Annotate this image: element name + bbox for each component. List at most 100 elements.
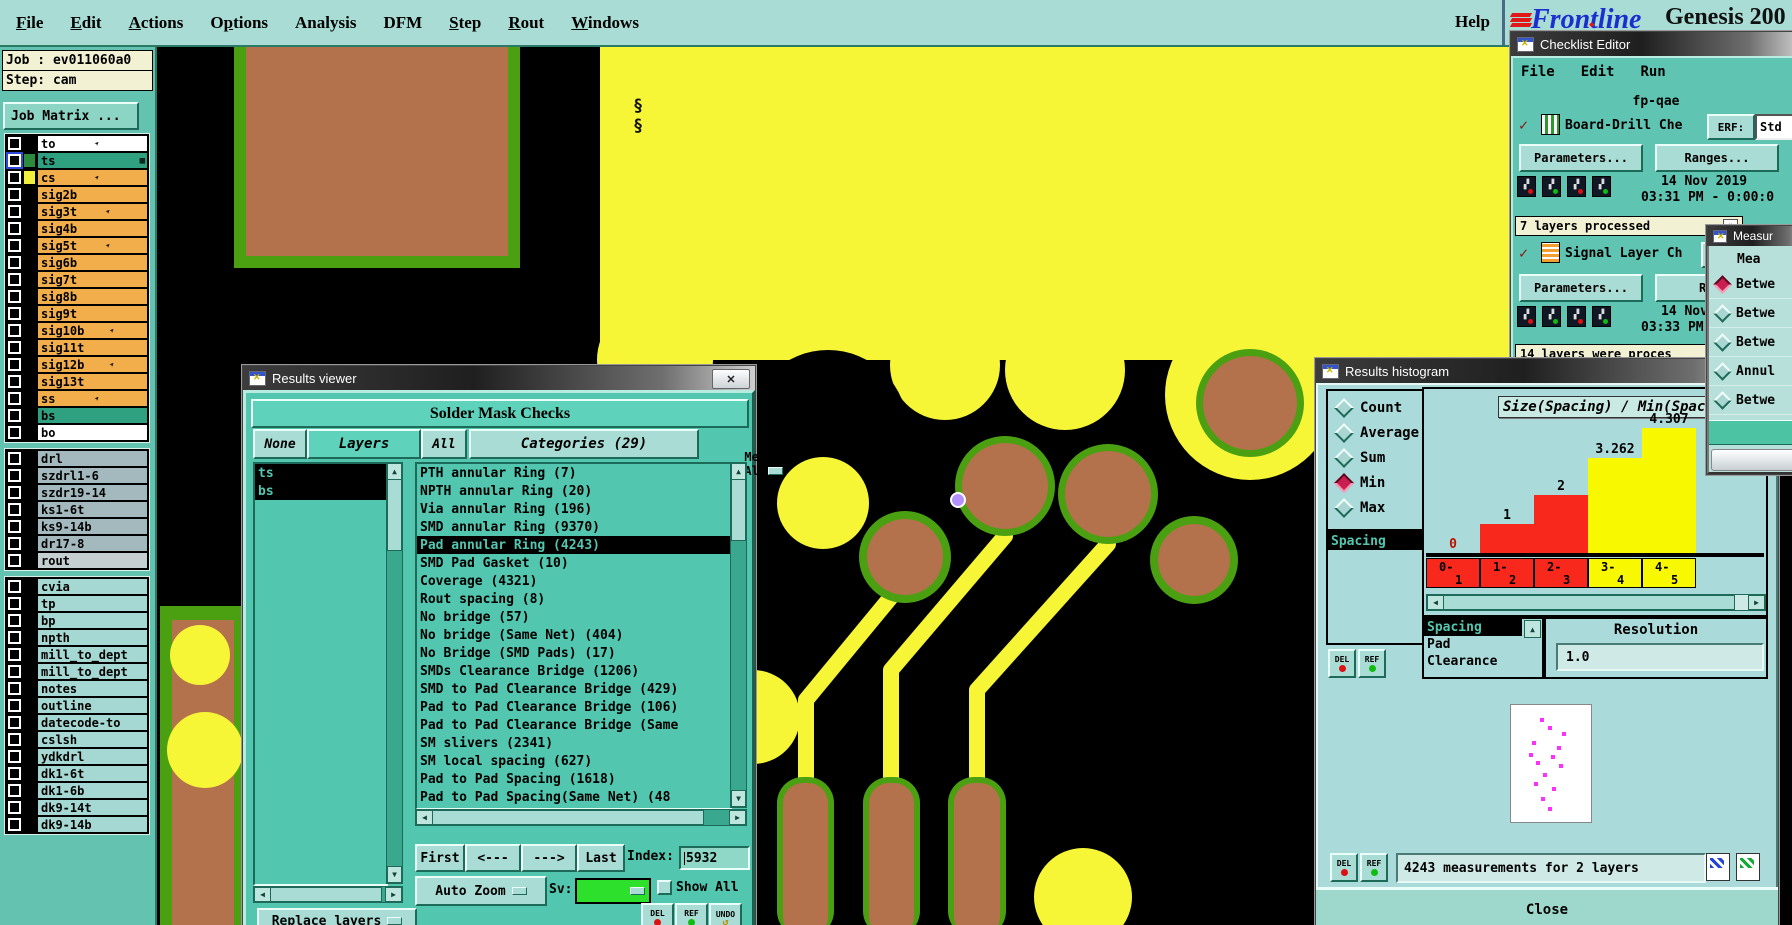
category-item[interactable]: Pad to Pad Clearance Bridge (Same: [417, 716, 730, 734]
menu-item[interactable]: Actions: [129, 13, 184, 33]
checklist-tool-icon[interactable]: ▞: [1517, 306, 1536, 327]
categories-vscrollbar[interactable]: ▲ ▼: [730, 462, 747, 808]
layer-checkbox[interactable]: [8, 486, 21, 499]
category-item[interactable]: No bridge (Same Net) (404): [417, 626, 730, 644]
layer-row[interactable]: ss ➤ ▦: [6, 390, 148, 407]
delete-button[interactable]: DEL: [641, 903, 674, 925]
layer-checkbox[interactable]: [8, 716, 21, 729]
layer-row[interactable]: npth: [6, 629, 148, 646]
close-button[interactable]: ✕: [712, 369, 750, 389]
layer-checkbox[interactable]: [8, 469, 21, 482]
undo-button[interactable]: UNDO ↺: [709, 903, 742, 925]
category-item[interactable]: Pad to Pad Spacing (1618): [417, 770, 730, 788]
layer-checkbox[interactable]: [8, 171, 21, 184]
parameter-item[interactable]: Spacing: [1328, 533, 1434, 550]
layer-checkbox[interactable]: [8, 767, 21, 780]
layer-row[interactable]: mill_to_dept: [6, 646, 148, 663]
layer-checkbox[interactable]: [8, 784, 21, 797]
chart-hscrollbar[interactable]: ◀ ▶: [1426, 594, 1766, 611]
close-bar[interactable]: Close: [1316, 887, 1778, 925]
measurement-option[interactable]: Annul: [1709, 357, 1792, 386]
layers-vscrollbar[interactable]: ▲ ▼: [386, 462, 403, 884]
menu-item[interactable]: Options: [210, 13, 268, 33]
menu-item[interactable]: Step: [449, 13, 481, 33]
category-item[interactable]: Coverage (4321): [417, 572, 730, 590]
measurement-field[interactable]: [1711, 449, 1792, 471]
measure-type-item[interactable]: Spacing: [1424, 619, 1522, 636]
category-item[interactable]: Pad to Pad Clearance Bridge (106): [417, 698, 730, 716]
show-all-toggle[interactable]: Show All: [657, 880, 739, 895]
layer-checkbox[interactable]: [8, 503, 21, 516]
layer-checkbox[interactable]: [8, 648, 21, 661]
checklist-tool-icon[interactable]: ▞: [1567, 176, 1586, 197]
first-button[interactable]: First: [415, 844, 465, 872]
layer-checkbox[interactable]: [8, 452, 21, 465]
check-item-label[interactable]: Board-Drill Che: [1565, 118, 1682, 133]
layers-hscrollbar[interactable]: ◀ ▶: [253, 886, 403, 903]
parameters-button[interactable]: Ranges...: [1655, 144, 1779, 172]
checklist-menu-item[interactable]: Edit: [1581, 64, 1615, 80]
checklist-tool-icon[interactable]: ▞: [1592, 176, 1611, 197]
menu-item[interactable]: Analysis: [295, 13, 356, 33]
layer-checkbox[interactable]: [8, 426, 21, 439]
layer-row[interactable]: bs ➤ ▦: [6, 407, 148, 424]
layer-checkbox[interactable]: [8, 290, 21, 303]
category-item[interactable]: SMDs Clearance Bridge (1206): [417, 662, 730, 680]
layer-checkbox[interactable]: [8, 222, 21, 235]
measure-type-item[interactable]: Pad: [1424, 636, 1522, 653]
checklist-tool-icon[interactable]: ▞: [1592, 306, 1611, 327]
layer-row[interactable]: sig3t ➤ ▦: [6, 203, 148, 220]
layer-checkbox[interactable]: [8, 188, 21, 201]
job-matrix-button[interactable]: Job Matrix ...: [3, 102, 139, 130]
category-item[interactable]: SMD Pad Gasket (10): [417, 554, 730, 572]
erf-button[interactable]: ERF:: [1707, 114, 1755, 140]
category-item[interactable]: Via annular Ring (196): [417, 500, 730, 518]
scroll-right-icon[interactable]: ▶: [385, 887, 402, 902]
layer-row[interactable]: sig7t ➤ ▦: [6, 271, 148, 288]
erf-field[interactable]: Std: [1755, 114, 1792, 140]
layer-checkbox[interactable]: [8, 239, 21, 252]
scroll-up-icon[interactable]: ▲: [387, 463, 402, 480]
categories-hscrollbar[interactable]: ◀ ▶: [415, 809, 747, 826]
layer-checkbox[interactable]: [8, 273, 21, 286]
category-item[interactable]: Rout spacing (8): [417, 590, 730, 608]
layer-checkbox[interactable]: [8, 137, 21, 150]
measurement-titlebar[interactable]: Measur: [1707, 226, 1792, 246]
layer-row[interactable]: szdr19-14: [6, 484, 148, 501]
layer-checkbox[interactable]: [8, 154, 21, 167]
layer-checkbox[interactable]: [8, 307, 21, 320]
checklist-tool-icon[interactable]: ▞: [1542, 306, 1561, 327]
layer-row[interactable]: mill_to_dept: [6, 663, 148, 680]
layer-row[interactable]: dk9-14b: [6, 816, 148, 833]
measurement-option[interactable]: Betwe: [1709, 386, 1792, 415]
layer-checkbox[interactable]: [8, 324, 21, 337]
layer-toggle-icon[interactable]: [1706, 853, 1730, 881]
category-item[interactable]: SMD annular Ring (9370): [417, 518, 730, 536]
resolution-value[interactable]: 1.0: [1556, 643, 1764, 671]
scroll-left-icon[interactable]: ◀: [1427, 595, 1444, 610]
parameters-button[interactable]: Parameters...: [1519, 144, 1643, 172]
scroll-down-icon[interactable]: ▼: [387, 866, 402, 883]
layer-checkbox[interactable]: [8, 580, 21, 593]
results-layers-list[interactable]: ts bs: [253, 462, 388, 886]
layer-checkbox[interactable]: [8, 597, 21, 610]
layer-row[interactable]: ts ➤ ▦: [6, 152, 148, 169]
layer-row[interactable]: sig4b ➤ ▦: [6, 220, 148, 237]
check-icon[interactable]: ✓: [1519, 244, 1528, 262]
layer-row[interactable]: cvia: [6, 578, 148, 595]
scroll-left-icon[interactable]: ◀: [416, 810, 433, 825]
layer-row[interactable]: dk9-14t: [6, 799, 148, 816]
menu-item[interactable]: Windows: [571, 13, 639, 33]
layer-checkbox[interactable]: [8, 409, 21, 422]
layer-checkbox[interactable]: [8, 341, 21, 354]
checklist-tool-icon[interactable]: ▞: [1517, 176, 1536, 197]
reference-button[interactable]: REF: [1358, 649, 1386, 678]
layer-checkbox[interactable]: [8, 256, 21, 269]
measure-type-list[interactable]: Spacing Pad Clearance ▲: [1422, 617, 1544, 679]
delete-button[interactable]: DEL: [1328, 649, 1356, 678]
layer-row[interactable]: ks1-6t: [6, 501, 148, 518]
category-item[interactable]: SM local spacing (627): [417, 752, 730, 770]
reference-button[interactable]: REF: [675, 903, 708, 925]
layer-checkbox[interactable]: [8, 665, 21, 678]
layer-checkbox[interactable]: [8, 205, 21, 218]
